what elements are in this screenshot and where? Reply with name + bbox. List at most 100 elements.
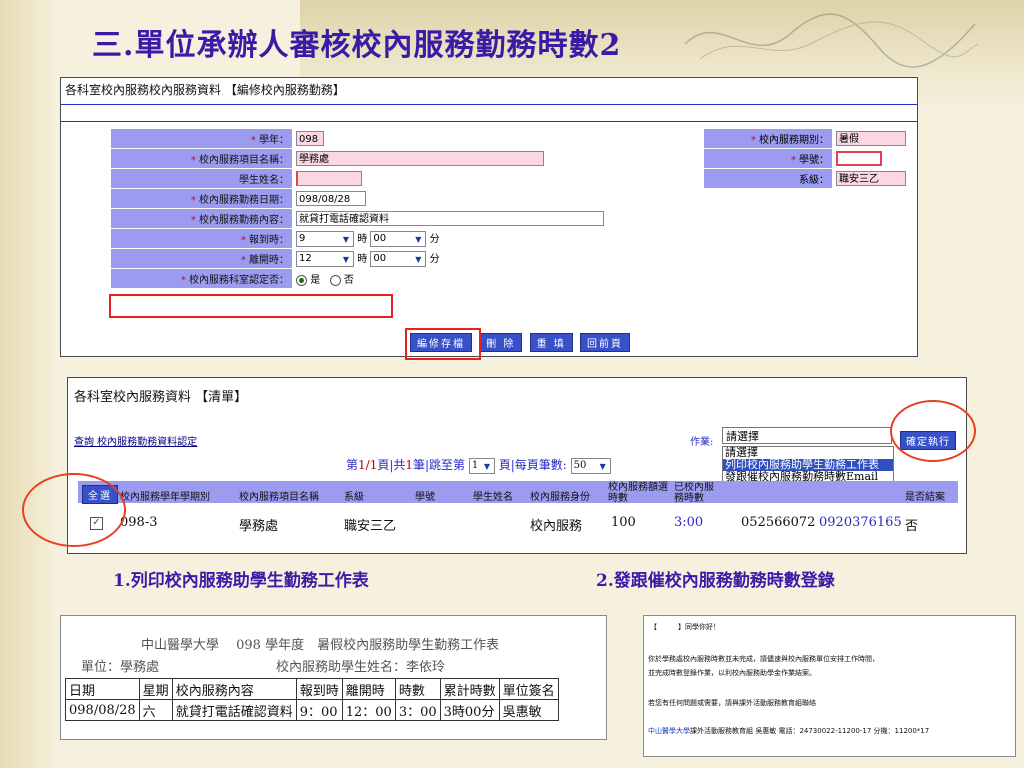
column-header: 校內服務學年學期別 [120,492,210,503]
cell-identity: 校內服務 [530,519,583,534]
email-body: 若您有任何問題或需要，請與課外活動服務教育組聯絡 [648,699,816,707]
worksheet-cell: 吳惠敏 [498,699,559,721]
edit-panel: 各科室校內服務校內服務資料 【編修校內服務勤務】 * 學年： 098 * 校內服… [60,77,918,360]
worksheet-cell: 3：00 [394,699,441,721]
pager: 第1/1頁|共1筆|跳至第 1 ▼ 頁|每頁筆數: 50 ▼ [346,456,611,474]
decorative-scribble [684,13,979,68]
column-header: 學號 [415,492,435,503]
year-field[interactable]: 098 [296,131,324,146]
worksheet-header: 累計時數 [439,678,500,700]
worksheet-header: 星期 [138,678,173,700]
slide-title: 三.單位承辦人審核校內服務勤務時數2 [92,28,622,63]
duty-content-field[interactable]: 就貸打電話確認資料 [296,211,604,226]
student-name-field[interactable] [296,171,362,186]
back-button[interactable]: 回前頁 [579,333,630,352]
column-header: 校內服務身份 [530,492,590,503]
chevron-down-icon: ▼ [342,255,350,264]
arrive-min-select[interactable]: 00 ▼ [370,231,427,247]
email-body: 並完成時數登錄作業，以利校內服務助學金作業結案。 [648,669,816,677]
worksheet-header: 日期 [65,678,140,700]
chevron-down-icon: ▼ [415,235,422,244]
worksheet-header: 報到時 [295,678,343,700]
column-header: 是否結案 [905,492,945,503]
caption-right: 2.發跟催校內服務勤務時數登錄 [596,571,835,591]
label-arrive: 報到時： [249,235,289,246]
column-header: 學生姓名 [473,492,513,503]
worksheet-header: 單位簽名 [498,678,559,700]
column-header: 已校內服務時數 [674,482,714,504]
worksheet-title: 中山醫學大學 098 學年度 暑假校內服務助學生勤務工作表 [141,638,500,653]
action-select[interactable]: 請選擇 [722,427,892,444]
student-no-field[interactable] [836,151,882,166]
radio-yes[interactable] [296,274,307,286]
label-student-name: 學生姓名： [239,175,289,186]
label-confirm: 校內服務科室認定否： [189,275,289,286]
label-student-no: 學號： [799,155,829,166]
worksheet-cell: 六 [138,699,173,721]
label-period: 校內服務期別： [759,135,829,146]
leave-hour-select[interactable]: 12 ▼ [296,251,354,267]
arrive-hour-select[interactable]: 9 ▼ [296,231,354,247]
chevron-down-icon: ▼ [415,255,422,264]
cell-closed: 否 [905,519,919,534]
worksheet-header: 離開時 [341,678,396,700]
label-duty-content: 校內服務勤務內容： [199,215,289,226]
cell-item: 學務處 [239,519,279,534]
label-duty-date: 校內服務勤務日期： [199,195,289,206]
email-body: 你於學務處校內服務時數並未完成，請儘速與校內服務單位安排工作時間， [648,655,879,663]
label-item-name: 校內服務項目名稱： [199,155,289,166]
list-header: 各科室校內服務資料 【清單】 [74,390,248,405]
cell-done[interactable]: 3:00 [674,515,703,530]
worksheet-table: 日期 星期 校內服務內容 報到時 離開時 時數 累計時數 單位簽名 098/08… [65,678,559,721]
page-select[interactable]: 1 ▼ [468,457,495,474]
dept-field[interactable]: 職安三乙 [836,171,906,186]
period-field[interactable]: 暑假 [836,131,906,146]
label-leave: 離開時： [249,255,289,266]
email-footer: 中山醫學大學課外活動服務教育組 吳惠敏 電話：24730022-11200-17… [648,727,930,735]
cell-hours: 100 [611,515,636,530]
action-options: 請選擇 列印校內服務助學生勤務工作表 發跟催校內服務勤務時數Email [722,446,894,484]
per-page-select[interactable]: 50 ▼ [570,457,611,474]
worksheet-cell: 12：00 [341,699,396,721]
cell-period: 098-3 [120,515,158,530]
item-name-field[interactable]: 學務處 [296,151,544,166]
action-label: 作業: [690,437,714,448]
label-dept: 系級： [799,175,829,186]
cell-phone1: 052566072 [741,515,816,530]
list-header-row [78,481,958,503]
highlight-oval [890,400,976,462]
slide-decoration-left [0,0,58,768]
email-panel: 【 】同學你好！ 你於學務處校內服務時數並未完成，請儘速與校內服務單位安排工作時… [643,615,1016,757]
email-greeting: 【 】同學你好！ [650,623,720,631]
worksheet-cell: 098/08/28 [65,699,140,721]
edit-panel-header: 各科室校內服務校內服務資料 【編修校內服務勤務】 [65,83,345,97]
worksheet-cell: 9：00 [295,699,343,721]
column-header: 系級 [344,492,364,503]
column-header: 校內服務額選時數 [608,482,668,504]
label-year: 學年： [259,135,289,146]
divider [61,104,917,105]
divider [61,121,917,122]
cell-dept: 職安三乙 [344,519,397,534]
worksheet-cell: 3時00分 [439,699,500,721]
leave-min-select[interactable]: 00 ▼ [370,251,427,267]
chevron-down-icon: ▼ [483,461,490,471]
worksheet-panel: 中山醫學大學 098 學年度 暑假校內服務助學生勤務工作表 單位：學務處 校內服… [60,615,607,740]
delete-button[interactable]: 刪 除 [479,333,523,352]
caption-left: 1.列印校內服務助學生勤務工作表 [113,571,369,591]
worksheet-cell: 就貸打電話確認資料 [171,699,297,721]
cell-phone2: 0920376165 [819,515,902,530]
highlight-box [109,294,393,318]
query-link[interactable]: 查詢 校內服務勤務資料認定 [74,433,197,448]
list-panel: 各科室校內服務資料 【清單】 查詢 校內服務勤務資料認定 作業: 請選擇 請選擇… [22,377,976,554]
worksheet-subtitle: 單位：學務處 校內服務助學生姓名：李依玲 [81,660,446,675]
reset-button[interactable]: 重 填 [529,333,573,352]
highlight-box [405,328,481,360]
duty-date-field[interactable]: 098/08/28 [296,191,366,206]
edit-form: * 學年： 098 * 校內服務期別： 暑假 * 校內服務項目名稱： 學務處 *… [110,128,915,289]
chevron-down-icon: ▼ [599,461,606,471]
worksheet-header: 時數 [394,678,441,700]
radio-no[interactable] [329,274,341,286]
chevron-down-icon: ▼ [342,235,350,244]
column-header: 校內服務項目名稱 [239,492,319,503]
